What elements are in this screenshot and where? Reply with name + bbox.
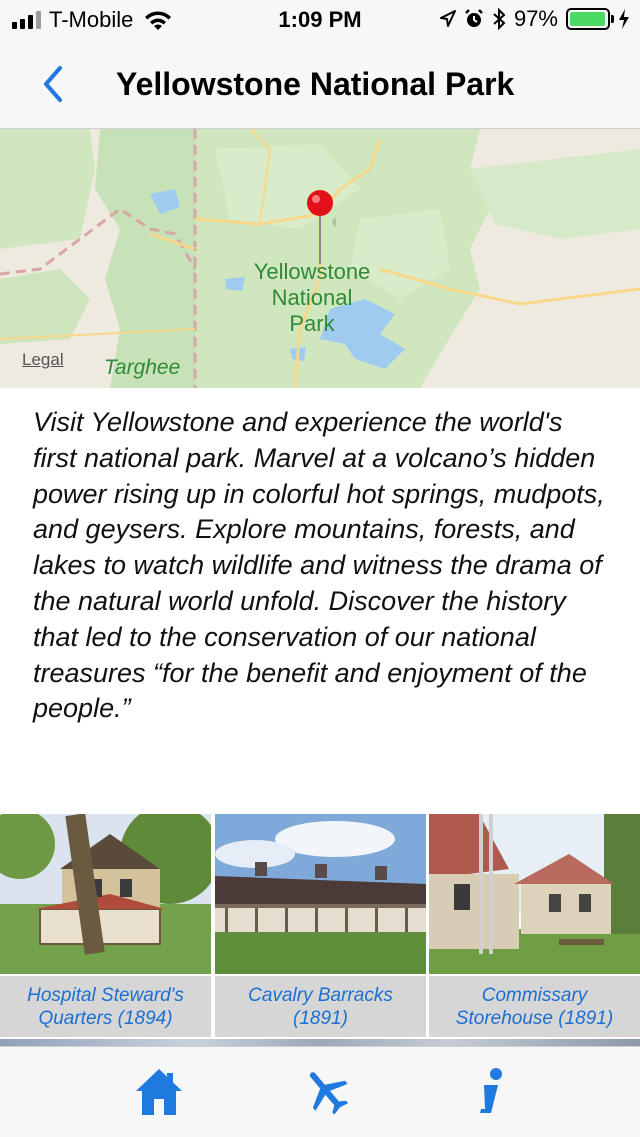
commissary-photo	[429, 814, 640, 974]
chevron-left-icon[interactable]	[38, 64, 68, 104]
building-gallery: Hospital Steward's Quarters (1894) Caval…	[0, 804, 640, 1039]
gallery-card-commissary[interactable]: Commissary Storehouse (1891)	[429, 814, 640, 1039]
status-right: 97%	[439, 6, 630, 32]
map-label-line-1: Yellowstone	[253, 259, 371, 284]
caption-year: (1891)	[293, 1008, 348, 1029]
map-label-line-3: Park	[289, 311, 335, 336]
map-pin-icon[interactable]	[304, 188, 336, 268]
map-nearby-label: Targhee	[104, 356, 181, 379]
tab-bar	[0, 1046, 640, 1137]
navigation-bar: Yellowstone National Park	[0, 40, 640, 129]
alarm-icon	[465, 9, 483, 27]
gallery-caption: Commissary Storehouse (1891)	[429, 976, 640, 1037]
status-bar: T-Mobile 1:09 PM 97%	[0, 0, 640, 40]
caption-title: Cavalry Barracks	[248, 985, 393, 1006]
battery-icon	[566, 8, 614, 30]
caption-title: Commissary	[481, 985, 588, 1006]
gallery-card-barracks[interactable]: Cavalry Barracks (1891)	[215, 814, 426, 1039]
gallery-card-hospital[interactable]: Hospital Steward's Quarters (1894)	[0, 804, 220, 1039]
map-label-line-2: National	[271, 285, 353, 310]
caption-year: Quarters (1894)	[38, 1008, 173, 1029]
info-icon[interactable]	[466, 1065, 516, 1119]
airplane-icon[interactable]	[302, 1065, 352, 1119]
caption-year: Storehouse (1891)	[455, 1008, 614, 1029]
map-legal-link[interactable]: Legal	[22, 350, 64, 370]
park-description: Visit Yellowstone and experience the wor…	[33, 407, 605, 724]
location-icon	[439, 10, 456, 27]
barracks-photo	[215, 814, 426, 974]
bluetooth-icon	[493, 8, 506, 30]
park-map[interactable]: Yellowstone National Park Legal Targhee	[0, 129, 640, 388]
caption-title: Hospital Steward's	[27, 985, 184, 1006]
page-title: Yellowstone National Park	[116, 66, 515, 102]
gallery-caption: Cavalry Barracks (1891)	[215, 976, 426, 1037]
gallery-caption: Hospital Steward's Quarters (1894)	[0, 976, 211, 1037]
map-park-label: Yellowstone National Park	[222, 259, 402, 337]
hospital-photo	[0, 804, 220, 974]
charging-icon	[619, 9, 629, 29]
battery-percent: 97%	[513, 6, 558, 31]
home-icon[interactable]	[134, 1065, 184, 1119]
